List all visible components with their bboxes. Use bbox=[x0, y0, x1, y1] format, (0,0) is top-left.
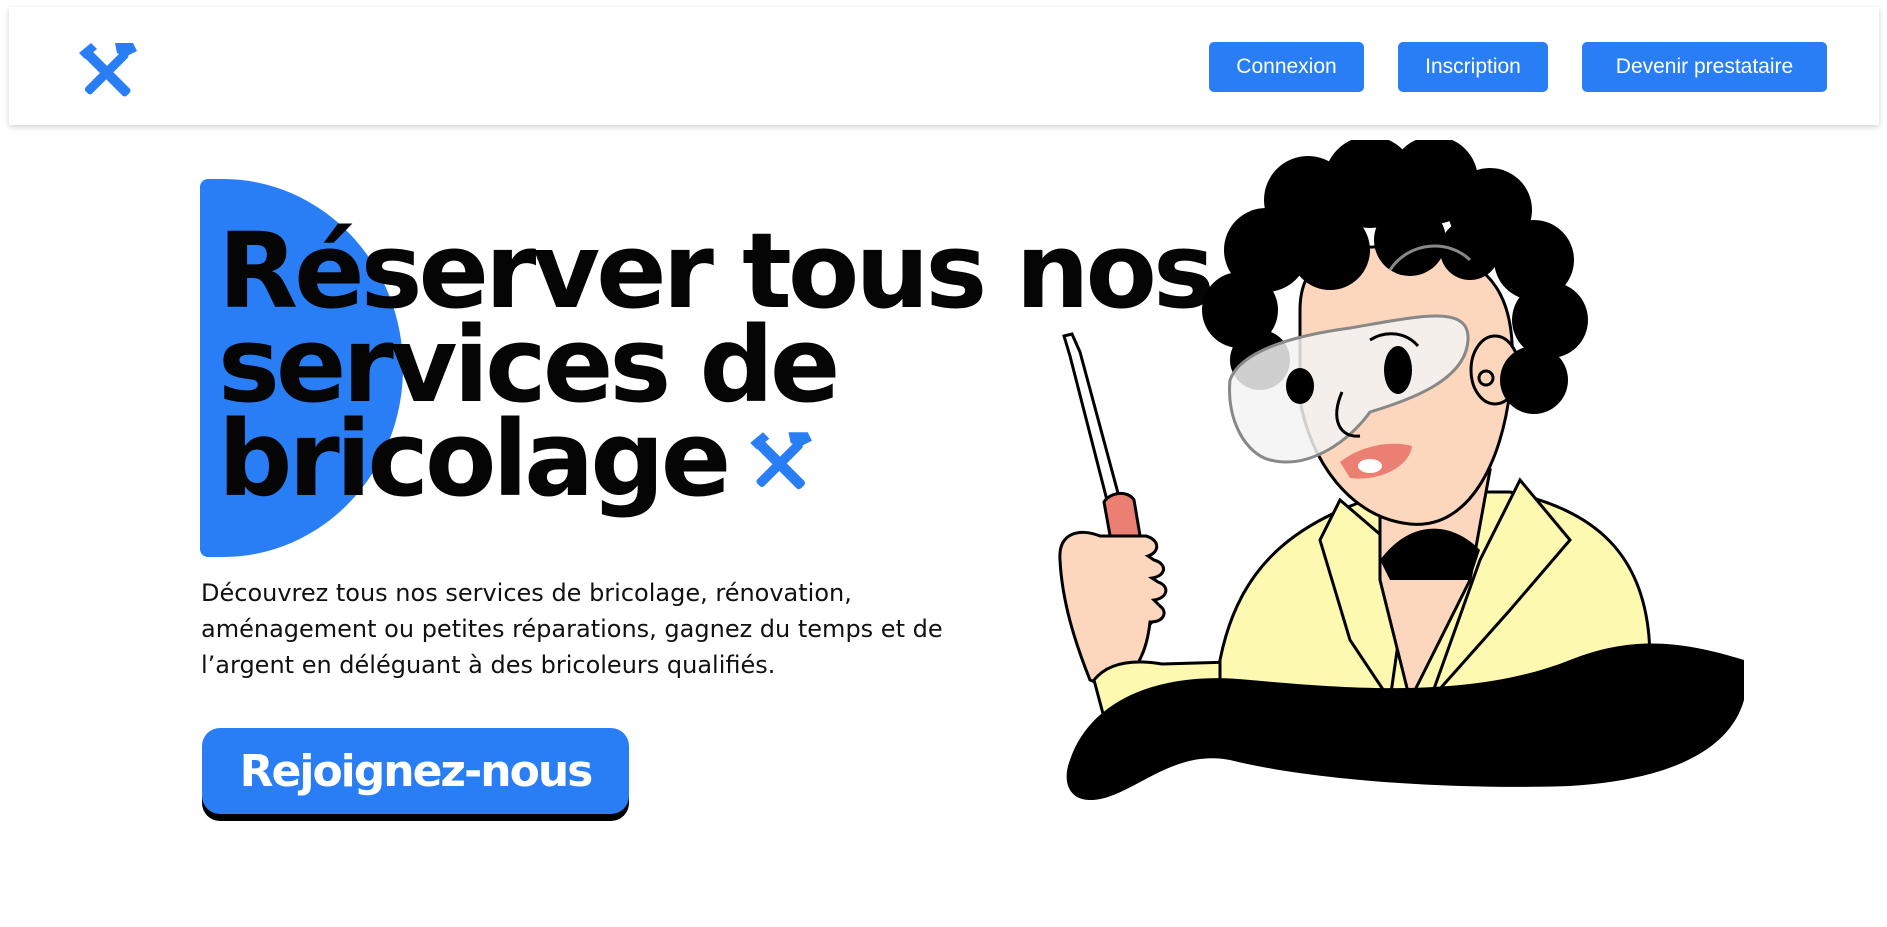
login-button[interactable]: Connexion bbox=[1209, 42, 1364, 92]
handyman-woman-illustration bbox=[1058, 140, 1744, 800]
become-provider-button[interactable]: Devenir prestataire bbox=[1582, 42, 1827, 92]
hero-description: Découvrez tous nos services de bricolage… bbox=[201, 579, 943, 679]
hero-title-line-text: bricolage bbox=[218, 398, 731, 520]
landing-page: Connexion Inscription Devenir prestatair… bbox=[0, 0, 1887, 927]
join-us-button[interactable]: Rejoignez-nous bbox=[202, 728, 629, 814]
hammer-wrench-icon[interactable] bbox=[71, 39, 143, 101]
hammer-wrench-icon bbox=[750, 431, 813, 491]
navbar: Connexion Inscription Devenir prestatair… bbox=[9, 7, 1879, 125]
signup-button[interactable]: Inscription bbox=[1398, 42, 1548, 92]
